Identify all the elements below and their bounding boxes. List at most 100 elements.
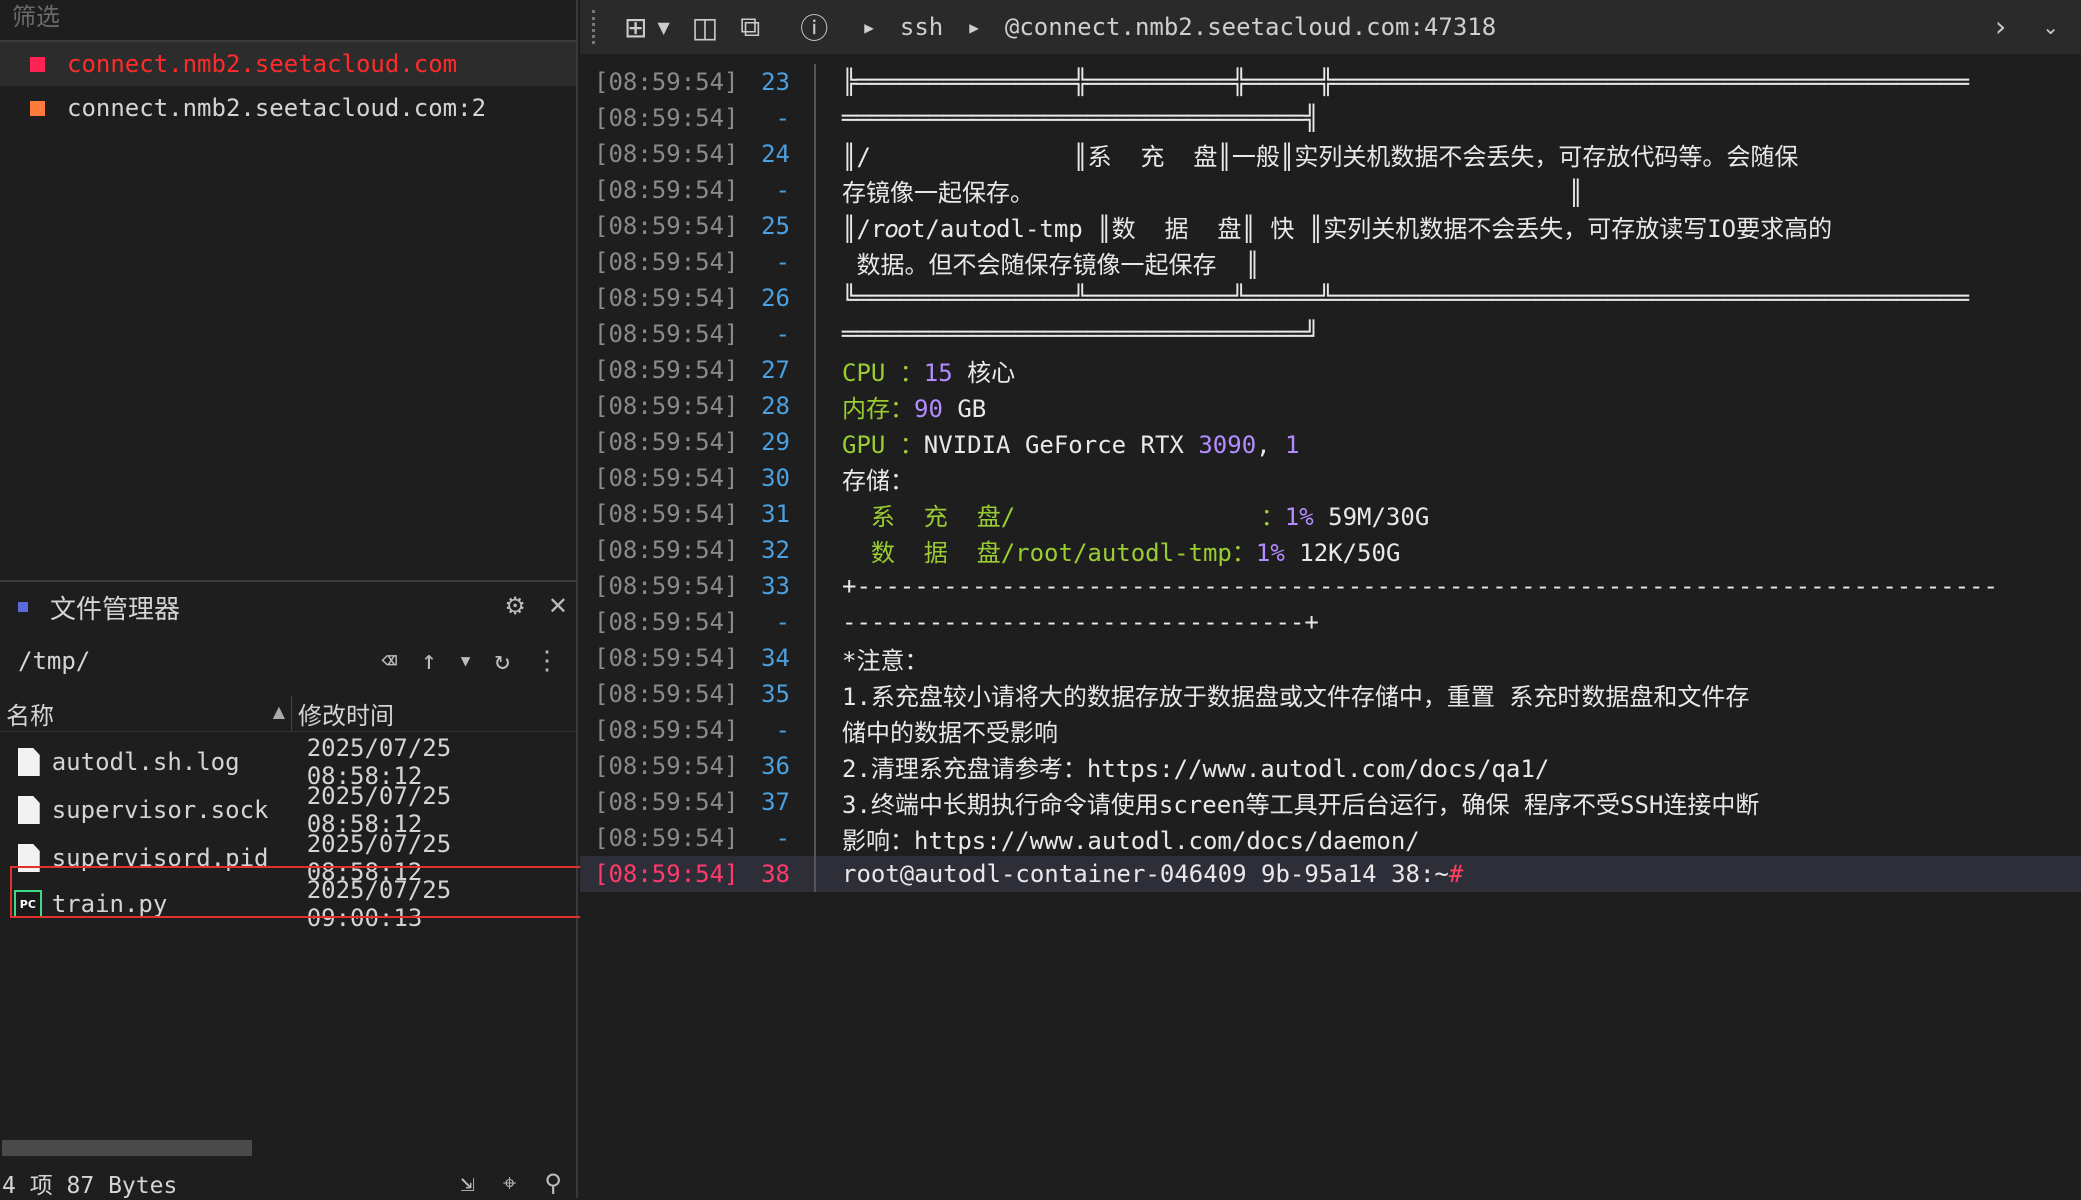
more-icon[interactable]: ⋮ — [534, 646, 560, 676]
terminal-line: [08:59:54] 30 存储： — [580, 460, 2081, 496]
line-number: 24 — [761, 140, 790, 168]
line-number: 38 — [761, 860, 790, 888]
file-manager-icon — [18, 602, 28, 612]
line-timestamp: [08:59:54] — [594, 608, 739, 636]
file-name: supervisor.sock — [51, 796, 269, 824]
gutter-divider — [814, 100, 816, 136]
close-icon[interactable]: ✕ — [548, 592, 568, 620]
terminal-line: [08:59:54] 29 GPU ：NVIDIA GeForce RTX 3090… — [580, 424, 2081, 460]
line-text: *注意： — [842, 646, 929, 675]
session-item[interactable]: connect.nmb2.seetacloud.com:2 — [0, 86, 576, 130]
line-number: 30 — [761, 464, 790, 492]
line-text: 存储： — [842, 466, 914, 495]
left-panel: 筛选 connect.nmb2.seetacloud.com connect.n… — [0, 0, 592, 1199]
line-number: 26 — [761, 284, 790, 312]
path-input[interactable]: /tmp/ — [18, 647, 90, 675]
horizontal-scrollbar[interactable] — [2, 1140, 252, 1156]
gutter-divider — [814, 604, 816, 640]
line-number: 32 — [761, 536, 790, 564]
gutter-divider — [814, 208, 816, 244]
session-color-icon — [30, 100, 45, 116]
chevron-right-icon[interactable]: › — [1995, 10, 2006, 44]
crumb-ssh[interactable]: ssh — [900, 13, 943, 41]
crumb-host[interactable]: @connect.nmb2.seetacloud.com:47318 — [1005, 13, 1496, 41]
line-number: 36 — [761, 752, 790, 780]
terminal-line: [08:59:54] - ═════════════════════════════… — [580, 316, 2081, 352]
gutter-divider — [814, 424, 816, 460]
line-text: ╠═══════════════╬══════════╬═════╬══════… — [842, 68, 1970, 96]
line-text: ════════════════════════════════╣ — [842, 104, 1319, 132]
status-text: 4 项 87 Bytes — [2, 1173, 178, 1199]
terminal-line: [08:59:54] - 数据。但不会随保存镜像一起保存 ║ — [580, 244, 2081, 280]
line-number: - — [775, 608, 790, 636]
column-modified-label: 修改时间 — [298, 702, 394, 730]
play-icon: ▶ — [969, 17, 979, 37]
file-row[interactable]: supervisor.sock 2025/07/25 08:58:12 — [0, 782, 578, 838]
terminal-line: [08:59:54] 24 ║/ ║系 充 盘║一般║实列关机数据不会丢失，可存放代… — [580, 136, 2081, 172]
column-modified[interactable]: 修改时间 — [292, 696, 394, 731]
play-icon: ▶ — [864, 17, 874, 37]
folder-jump-icon[interactable]: ⇲ — [460, 1169, 474, 1197]
line-number: 25 — [761, 212, 790, 240]
chevron-down-icon[interactable]: ⌄ — [2042, 10, 2059, 44]
line-text: --------------------------------+ — [842, 608, 1319, 636]
gutter-divider — [814, 496, 816, 532]
detach-icon[interactable]: ⧉ — [740, 10, 760, 44]
line-timestamp: [08:59:54] — [594, 572, 739, 600]
column-name-label: 名称 — [6, 702, 54, 730]
line-timestamp: [08:59:54] — [594, 464, 739, 492]
line-text: root@autodl-container-046409 9b-95a14 38… — [842, 860, 1464, 888]
line-timestamp: [08:59:54] — [594, 860, 739, 888]
gutter-divider — [814, 352, 816, 388]
up-arrow-icon[interactable]: ↑ — [421, 646, 437, 676]
refresh-icon[interactable]: ↻ — [494, 646, 510, 676]
gutter-divider — [814, 280, 816, 316]
line-number: - — [775, 320, 790, 348]
terminal-output[interactable]: [08:59:54] 23 ╠═══════════════╬══════════╬… — [580, 64, 2081, 892]
line-text: 存镜像一起保存。 ║ — [842, 178, 1584, 207]
line-number: 33 — [761, 572, 790, 600]
terminal-line: [08:59:54] - 储中的数据不受影响 — [580, 712, 2081, 748]
session-filter-input[interactable]: 筛选 — [0, 0, 576, 42]
line-number: 27 — [761, 356, 790, 384]
terminal-line: [08:59:54] 26 ╚═══════════════╩══════════╩… — [580, 280, 2081, 316]
terminal-line: [08:59:54] 25 ║/r𝑜𝑜t/aut𝑜dl-tmp ║数 据 盘║ 快 … — [580, 208, 2081, 244]
clear-icon[interactable]: ⌫ — [381, 646, 397, 676]
gutter-divider — [814, 712, 816, 748]
chevron-down-icon[interactable]: ▼ — [461, 646, 471, 676]
terminal-line: [08:59:54] - 存镜像一起保存。 ║ — [580, 172, 2081, 208]
drag-handle-icon[interactable] — [592, 10, 602, 44]
session-label: connect.nmb2.seetacloud.com — [67, 50, 458, 78]
terminal-toolbar: ⊞ ▼ ◫ ⧉ ⓘ ▶ ssh ▶ @connect.nmb2.seetaclo… — [580, 0, 2081, 54]
info-icon[interactable]: ⓘ — [800, 7, 828, 47]
new-tab-icon[interactable]: ⊞ — [624, 11, 647, 44]
file-row[interactable]: autodl.sh.log 2025/07/25 08:58:12 — [0, 734, 578, 790]
breadcrumb: ▶ ssh ▶ @connect.nmb2.seetacloud.com:473… — [864, 13, 1496, 41]
line-timestamp: [08:59:54] — [594, 248, 739, 276]
line-text: ║/r𝑜𝑜t/aut𝑜dl-tmp ║数 据 盘║ 快 ║实列关机数据不会丢失，… — [842, 214, 1833, 243]
line-timestamp: [08:59:54] — [594, 68, 739, 96]
gear-icon[interactable]: ⚙ — [504, 592, 526, 620]
line-text: 数据。但不会随保存镜像一起保存 ║ — [842, 250, 1260, 279]
column-name[interactable]: 名称 ▲ — [0, 696, 292, 731]
gutter-divider — [814, 64, 816, 100]
chevron-down-icon[interactable]: ▼ — [657, 18, 669, 37]
line-timestamp: [08:59:54] — [594, 644, 739, 672]
line-number: 29 — [761, 428, 790, 456]
terminal-line: [08:59:54] 38 root@autodl-container-046409… — [580, 856, 2081, 892]
line-number: - — [775, 824, 790, 852]
line-number: 34 — [761, 644, 790, 672]
pin-icon[interactable]: ⚲ — [544, 1169, 562, 1197]
session-item[interactable]: connect.nmb2.seetacloud.com — [0, 42, 576, 86]
gutter-divider — [814, 856, 816, 892]
line-number: - — [775, 248, 790, 276]
gutter-divider — [814, 784, 816, 820]
line-number: 28 — [761, 392, 790, 420]
gutter-divider — [814, 676, 816, 712]
path-bar: /tmp/ ⌫ ↑ ▼ ↻ ⋮ — [0, 636, 578, 686]
line-text: 影响：https://www.autodl.com/docs/daemon/ — [842, 826, 1420, 855]
split-icon[interactable]: ◫ — [692, 11, 718, 44]
location-icon[interactable]: ⌖ — [503, 1169, 517, 1197]
line-text: 系 充 盘/ ：1% 59M/30G — [842, 502, 1430, 531]
line-number: 23 — [761, 68, 790, 96]
